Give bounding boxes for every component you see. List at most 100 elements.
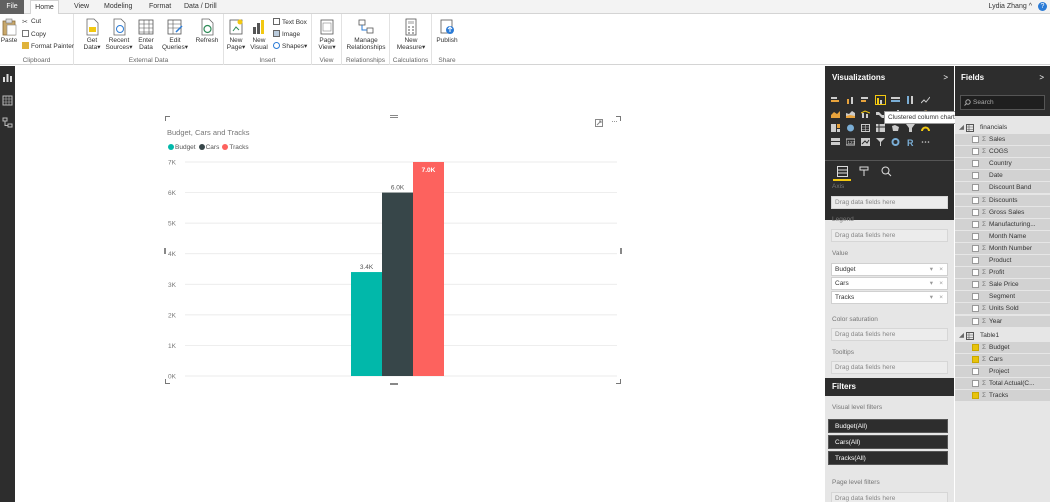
field-item[interactable]: Country <box>955 158 1050 171</box>
field-item[interactable]: Σ Cars <box>955 353 1050 366</box>
cut-button[interactable]: ✂ Cut <box>22 18 41 26</box>
color-saturation-drop-well[interactable]: Drag data fields here <box>831 328 948 341</box>
resize-handle-bottom[interactable] <box>390 383 398 385</box>
expand-arrow-icon[interactable]: ◢ <box>959 122 964 134</box>
field-item[interactable]: Σ Units Sold <box>955 303 1050 316</box>
field-checkbox[interactable] <box>972 208 979 216</box>
new-measure-button[interactable]: New Measure▾ <box>396 18 426 51</box>
field-checkbox[interactable] <box>972 355 979 363</box>
drag-grip-top[interactable] <box>390 115 398 118</box>
field-item[interactable]: Date <box>955 170 1050 183</box>
field-checkbox[interactable] <box>972 160 979 168</box>
chevron-down-icon[interactable]: ▾ <box>930 292 933 304</box>
field-item[interactable]: Σ Manufacturing... <box>955 218 1050 231</box>
expand-arrow-icon[interactable]: ◢ <box>959 330 964 342</box>
image-button[interactable]: Image <box>273 30 300 38</box>
multi-row-card-icon[interactable] <box>831 138 840 146</box>
legend-item[interactable]: Cars <box>198 144 219 151</box>
page-view-button[interactable]: Page View▾ <box>317 18 337 51</box>
resize-handle-bl[interactable] <box>165 379 170 384</box>
field-checkbox[interactable] <box>972 244 979 252</box>
chevron-right-icon[interactable]: > <box>943 66 948 90</box>
clustered-column-visual[interactable]: 0K 1K 2K 3K 4K 5K 6K 7K 3.4K 6.0K 7.0K ··· Budget,… <box>164 115 622 385</box>
value-field-budget[interactable]: Budget ▾ × <box>831 263 948 276</box>
get-data-button[interactable]: Get Data▾ <box>80 18 104 51</box>
enter-data-button[interactable]: Enter Data <box>136 18 156 51</box>
new-page-button[interactable]: New Page▾ <box>226 18 246 51</box>
shapes-button[interactable]: Shapes▾ <box>273 42 307 50</box>
field-checkbox[interactable] <box>972 220 979 228</box>
area-chart-icon[interactable] <box>831 110 840 118</box>
field-checkbox[interactable] <box>972 392 979 399</box>
field-checkbox[interactable] <box>972 257 979 264</box>
field-item[interactable]: Segment <box>955 291 1050 304</box>
resize-handle-br[interactable] <box>616 379 621 384</box>
field-item[interactable]: Σ Total Actual(C... <box>955 377 1050 390</box>
field-checkbox[interactable] <box>972 317 979 325</box>
field-checkbox[interactable] <box>972 172 979 180</box>
field-item[interactable]: Product <box>955 255 1050 267</box>
line-column-chart-icon[interactable] <box>861 110 870 118</box>
user-name[interactable]: Lydia Zhang ^ <box>988 0 1032 14</box>
table-table1[interactable]: ◢ Table1 <box>955 330 1050 342</box>
edit-queries-button[interactable]: Edit Queries▾ <box>160 18 190 51</box>
field-item[interactable]: Σ Budget <box>955 341 1050 354</box>
gauge-icon[interactable] <box>921 124 930 132</box>
focus-mode-icon[interactable] <box>595 119 603 127</box>
field-item[interactable]: Project <box>955 365 1050 378</box>
stacked-bar-chart-icon[interactable] <box>831 96 840 104</box>
stacked-column-chart-icon[interactable] <box>846 96 855 104</box>
field-item[interactable]: Σ Gross Sales <box>955 206 1050 219</box>
field-item[interactable]: Σ Tracks <box>955 390 1050 402</box>
donut-chart-icon[interactable] <box>891 138 900 146</box>
field-checkbox[interactable] <box>972 136 979 143</box>
help-icon[interactable]: ? <box>1038 2 1047 11</box>
fields-tab-icon[interactable] <box>837 166 848 177</box>
field-checkbox[interactable] <box>972 269 979 277</box>
card-icon[interactable]: 123 <box>846 138 855 146</box>
format-painter-button[interactable]: Format Painter <box>22 42 74 50</box>
format-paint-roller-icon[interactable] <box>859 166 870 177</box>
kpi-icon[interactable] <box>861 138 870 146</box>
more-visuals-icon[interactable] <box>921 138 930 146</box>
tab-format[interactable]: Format <box>145 0 175 14</box>
filled-map-icon[interactable] <box>891 124 900 132</box>
value-field-cars[interactable]: Cars ▾ × <box>831 277 948 290</box>
field-item[interactable]: Σ COGS <box>955 146 1050 159</box>
field-checkbox[interactable] <box>972 281 979 289</box>
filter-tracks[interactable]: Tracks(All) <box>828 451 948 465</box>
tab-home[interactable]: Home <box>30 0 59 15</box>
filter-cars[interactable]: Cars(All) <box>828 435 948 449</box>
remove-icon[interactable]: × <box>939 264 943 276</box>
report-canvas[interactable]: 0K 1K 2K 3K 4K 5K 6K 7K 3.4K 6.0K 7.0K ··· Budget,… <box>15 66 825 502</box>
table-visual-icon[interactable] <box>861 124 870 132</box>
100-stacked-column-icon[interactable] <box>906 96 915 104</box>
chevron-down-icon[interactable]: ▾ <box>930 264 933 276</box>
paste-button[interactable]: Paste <box>0 18 18 44</box>
field-item[interactable]: Σ Sale Price <box>955 279 1050 292</box>
field-item[interactable]: Discount Band <box>955 182 1050 195</box>
data-view-icon[interactable] <box>2 95 13 106</box>
more-options-icon[interactable]: ··· <box>611 116 618 126</box>
resize-handle-right[interactable] <box>620 248 622 254</box>
clustered-bar-chart-icon[interactable] <box>861 96 870 104</box>
stacked-area-chart-icon[interactable] <box>846 110 855 118</box>
field-item[interactable]: Σ Sales <box>955 134 1050 146</box>
field-checkbox[interactable] <box>972 367 979 375</box>
chevron-up-icon[interactable]: ^ <box>1029 3 1032 10</box>
new-visual-button[interactable]: New Visual <box>249 18 269 51</box>
field-checkbox[interactable] <box>972 232 979 240</box>
resize-handle-left[interactable] <box>164 248 166 254</box>
publish-button[interactable]: Publish <box>436 18 458 44</box>
tooltips-drop-well[interactable]: Drag data fields here <box>831 361 948 374</box>
recent-sources-button[interactable]: Recent Sources▾ <box>104 18 134 51</box>
field-checkbox[interactable] <box>972 305 979 313</box>
report-view-icon[interactable] <box>2 72 13 83</box>
relationships-view-icon[interactable] <box>2 117 13 128</box>
r-visual-icon[interactable]: R <box>906 138 915 146</box>
legend-item[interactable]: Budget <box>168 144 196 151</box>
field-checkbox[interactable] <box>972 379 979 387</box>
field-item[interactable]: Month Name <box>955 230 1050 243</box>
legend-item[interactable]: Tracks <box>222 144 249 151</box>
remove-icon[interactable]: × <box>939 278 943 290</box>
